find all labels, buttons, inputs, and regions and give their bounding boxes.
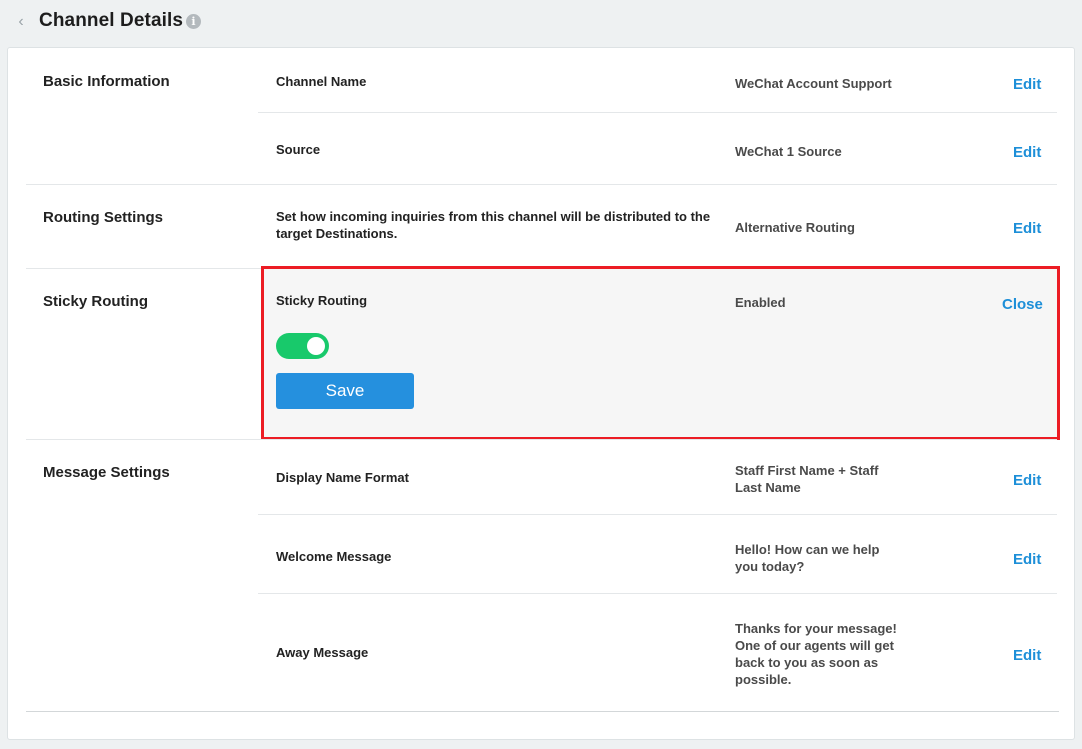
field-value-welcome-message: Hello! How can we help you today? — [735, 542, 880, 574]
page-title: Channel Details — [39, 10, 184, 31]
edit-welcome-message-link[interactable]: Edit — [1013, 551, 1041, 568]
field-value-sticky-routing: Enabled — [735, 295, 786, 310]
edit-routing-link[interactable]: Edit — [1013, 220, 1041, 237]
info-icon[interactable]: i — [186, 14, 201, 29]
field-value-source: WeChat 1 Source — [735, 144, 842, 159]
page-header: ‹ Channel Details i — [0, 0, 1082, 46]
field-label-away-message: Away Message — [276, 645, 369, 660]
section-title-message-settings: Message Settings — [43, 464, 170, 481]
close-sticky-routing-link[interactable]: Close — [1002, 296, 1043, 313]
section-title-routing-settings: Routing Settings — [43, 209, 163, 226]
chevron-left-icon[interactable]: ‹ — [14, 12, 28, 32]
field-label-channel-name: Channel Name — [276, 74, 367, 89]
field-label-welcome-message: Welcome Message — [276, 549, 392, 564]
divider — [258, 112, 1057, 113]
channel-details-card: Basic Information Channel Name WeChat Ac… — [7, 47, 1075, 740]
divider — [258, 593, 1057, 594]
field-value-channel-name: WeChat Account Support — [735, 76, 892, 91]
field-label-display-name-format: Display Name Format — [276, 470, 409, 485]
sticky-routing-toggle[interactable] — [276, 333, 329, 359]
divider — [258, 514, 1057, 515]
sticky-routing-edit-panel: Sticky Routing Enabled Close Save — [261, 266, 1060, 440]
section-divider — [26, 439, 1057, 440]
section-title-basic-information: Basic Information — [43, 73, 170, 90]
field-label-source: Source — [276, 142, 321, 157]
field-value-display-name-format: Staff First Name + Staff Last Name — [735, 463, 879, 495]
section-divider — [26, 184, 1057, 185]
section-divider — [26, 711, 1059, 712]
field-label-sticky-routing: Sticky Routing — [276, 293, 368, 308]
toggle-knob — [307, 337, 325, 355]
edit-display-name-format-link[interactable]: Edit — [1013, 472, 1041, 489]
field-value-routing: Alternative Routing — [735, 220, 855, 235]
field-value-away-message: Thanks for your message! One of our agen… — [735, 621, 897, 687]
field-label-routing-description: Set how incoming inquiries from this cha… — [276, 209, 711, 241]
edit-source-link[interactable]: Edit — [1013, 144, 1041, 161]
section-title-sticky-routing: Sticky Routing — [43, 293, 149, 310]
save-button[interactable]: Save — [276, 373, 414, 409]
edit-away-message-link[interactable]: Edit — [1013, 647, 1041, 664]
edit-channel-name-link[interactable]: Edit — [1013, 76, 1041, 93]
